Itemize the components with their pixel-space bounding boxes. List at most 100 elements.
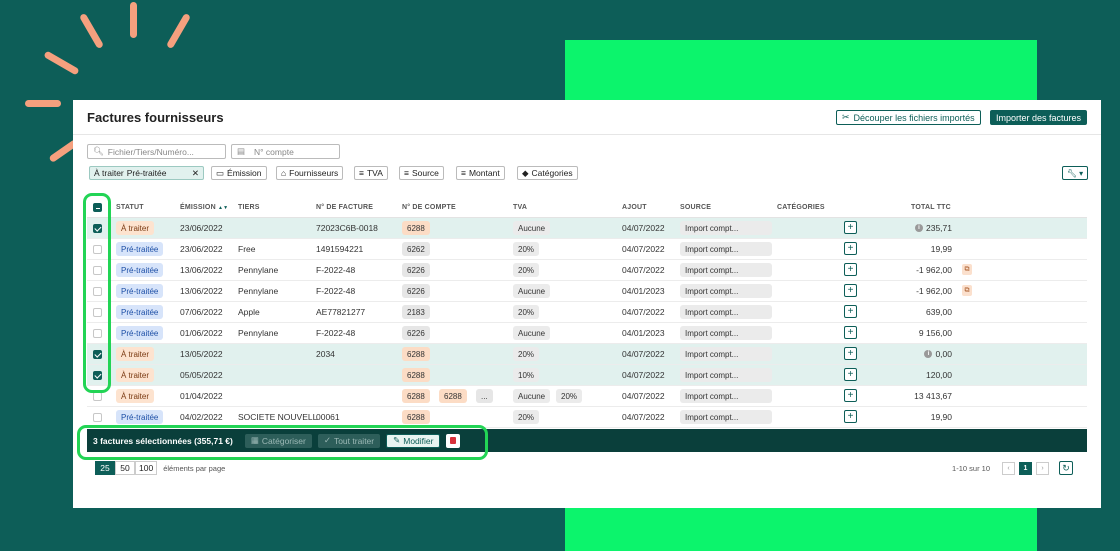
add-category-button[interactable]: + — [844, 284, 857, 297]
added-date: 04/07/2022 — [622, 244, 665, 254]
row-checkbox[interactable] — [93, 392, 102, 401]
total-amount: 19,99 — [931, 244, 952, 254]
green-accent-top — [565, 40, 1037, 102]
add-category-button[interactable]: + — [844, 368, 857, 381]
status-filter-label-1: À traiter — [94, 168, 124, 178]
account-badge: 6288 — [402, 368, 430, 382]
filter-emission-label: Émission — [227, 168, 262, 178]
source-badge: Import compt... — [680, 305, 772, 319]
add-category-button[interactable]: + — [844, 263, 857, 276]
filter-categories[interactable]: ◆ Catégories — [517, 166, 578, 180]
add-category-button[interactable]: + — [844, 221, 857, 234]
close-icon[interactable]: ✕ — [192, 168, 199, 179]
status-badge: Pré-traitée — [116, 263, 164, 277]
total-amount: i 235,71 — [915, 223, 952, 233]
add-category-button[interactable]: + — [844, 389, 857, 402]
tva-badge: Aucune — [513, 284, 551, 298]
split-files-button[interactable]: ✂ Découper les fichiers importés — [836, 110, 981, 125]
source-badge: Import compt... — [680, 242, 772, 256]
col-source[interactable]: SOURCE — [680, 204, 711, 211]
account-badge: 6288 — [439, 389, 467, 403]
duplicate-icon[interactable]: ⧉ — [962, 285, 972, 296]
total-value: -1 962,00 — [916, 286, 952, 296]
source-badge: Import compt... — [680, 284, 772, 298]
add-category-button[interactable]: + — [844, 326, 857, 339]
emission-date: 04/02/2022 — [180, 412, 223, 422]
status-badge: Pré-traitée — [116, 284, 164, 298]
duplicate-icon[interactable]: ⧉ — [962, 264, 972, 275]
table-body: À traiter 23/06/2022 72023C6B-0018 6288 Aucu… — [87, 218, 1087, 428]
add-category-button[interactable]: + — [844, 410, 857, 423]
emission-date: 13/06/2022 — [180, 265, 223, 275]
page-size-50[interactable]: 50 — [115, 461, 135, 475]
tva-badge: 20% — [513, 263, 540, 277]
col-tiers[interactable]: TIERS — [238, 204, 260, 211]
added-date: 04/01/2023 — [622, 286, 665, 296]
source-badge: Import compt... — [680, 326, 772, 340]
account-badge: 6262 — [402, 242, 430, 256]
table-row[interactable]: À traiter 01/04/2022 6288 6288... Aucune 20% 0… — [87, 386, 1087, 407]
added-date: 04/07/2022 — [622, 223, 665, 233]
col-account-no[interactable]: N° DE COMPTE — [402, 204, 456, 211]
scissors-icon: ✂ — [842, 112, 850, 122]
invoice-number: AE77821277 — [316, 307, 366, 317]
col-invoice-no[interactable]: N° DE FACTURE — [316, 204, 373, 211]
filter-emission[interactable]: ▭ Émission — [211, 166, 267, 180]
status-badge: Pré-traitée — [116, 326, 164, 340]
account-badge: 2183 — [402, 305, 430, 319]
source-badge: Import compt... — [680, 389, 772, 403]
col-categories[interactable]: CATÉGORIES — [777, 204, 825, 211]
account-number-input[interactable]: ▤ N° compte — [231, 144, 340, 159]
prev-page-icon[interactable]: ‹ — [1002, 461, 1015, 475]
filter-amount[interactable]: ≡ Montant — [456, 166, 505, 180]
status-filter-chip[interactable]: À traiter Pré-traitée ✕ — [89, 166, 204, 180]
per-page-label: éléments par page — [163, 463, 226, 473]
table-row[interactable]: À traiter 23/06/2022 72023C6B-0018 6288 Aucu… — [87, 218, 1087, 239]
col-tva[interactable]: TVA — [513, 204, 527, 211]
wrench-icon: 🔧︎ — [1066, 168, 1078, 178]
col-added[interactable]: AJOUT — [622, 204, 647, 211]
ray — [25, 100, 61, 107]
refresh-icon[interactable]: ↻ — [1059, 461, 1073, 475]
table-row[interactable]: Pré-traitée 13/06/2022 Pennylane F-2022-48 6… — [87, 260, 1087, 281]
col-emission[interactable]: ÉMISSION ▲▼ — [180, 204, 228, 211]
table-row[interactable]: Pré-traitée 01/06/2022 Pennylane F-2022-48 6… — [87, 323, 1087, 344]
filter-tva[interactable]: ≡ TVA — [354, 166, 388, 180]
add-category-button[interactable]: + — [844, 242, 857, 255]
settings-dropdown-button[interactable]: 🔧︎ ▾ — [1062, 166, 1088, 180]
row-checkbox[interactable] — [93, 413, 102, 422]
search-placeholder: Fichier/Tiers/Numéro... — [107, 146, 194, 157]
table-row[interactable]: À traiter 13/05/2022 2034 6288 20% 04/07/2022… — [87, 344, 1087, 365]
page-size-100[interactable]: 100 — [135, 461, 158, 475]
next-page-icon[interactable]: › — [1036, 461, 1049, 475]
invoice-number: 2034 — [316, 349, 335, 359]
filter-suppliers[interactable]: ⌂ Fournisseurs — [276, 166, 344, 180]
current-page-button[interactable]: 1 — [1019, 461, 1032, 475]
add-category-button[interactable]: + — [844, 305, 857, 318]
invoice-number: F-2022-48 — [316, 265, 356, 275]
total-amount: 13 413,67 — [914, 391, 952, 401]
search-input[interactable]: 🔍︎ Fichier/Tiers/Numéro... — [87, 144, 226, 159]
total-value: -1 962,00 — [916, 265, 952, 275]
import-invoices-button[interactable]: Importer des factures — [990, 110, 1088, 125]
account-icon: ▤ — [237, 146, 246, 156]
green-accent-bottom — [565, 506, 1037, 551]
page-size-25[interactable]: 25 — [95, 461, 115, 475]
add-category-button[interactable]: + — [844, 347, 857, 360]
filter-amount-label: Montant — [468, 168, 500, 178]
table-row[interactable]: Pré-traitée 07/06/2022 Apple AE77821277 2183… — [87, 302, 1087, 323]
emission-date: 01/04/2022 — [180, 391, 223, 401]
filter-source-label: Source — [411, 168, 439, 178]
table-row[interactable]: Pré-traitée 23/06/2022 Free 1491594221 6262 2… — [87, 239, 1087, 260]
source-badge: Import compt... — [680, 410, 772, 424]
invoice-number: F-2022-48 — [316, 286, 356, 296]
emission-date: 01/06/2022 — [180, 328, 223, 338]
col-status[interactable]: STATUT — [116, 204, 144, 211]
filter-source[interactable]: ≡ Source — [399, 166, 444, 180]
col-total[interactable]: TOTAL TTC — [911, 204, 951, 211]
total-value: 19,99 — [930, 244, 952, 254]
table-row[interactable]: Pré-traitée 13/06/2022 Pennylane F-2022-48 6… — [87, 281, 1087, 302]
info-icon[interactable]: i — [915, 224, 923, 232]
info-icon[interactable]: i — [924, 350, 933, 358]
table-row[interactable]: À traiter 05/05/2022 6288 10% 04/07/2022 Impo… — [87, 365, 1087, 386]
